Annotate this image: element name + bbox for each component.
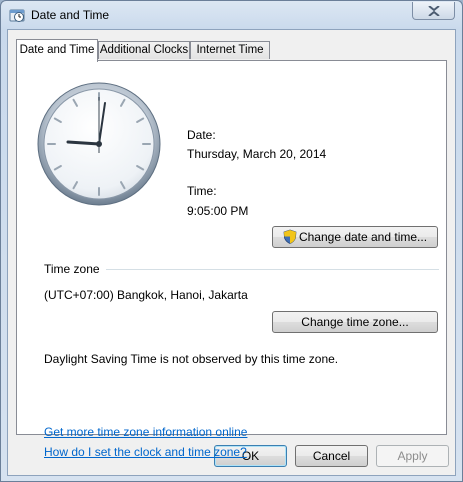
apply-button[interactable]: Apply — [376, 445, 449, 467]
date-time-dialog: Date and Time Date and Time Additional C… — [0, 0, 463, 482]
date-label: Date: — [187, 128, 216, 142]
cancel-button[interactable]: Cancel — [295, 445, 368, 467]
more-time-zone-info-link[interactable]: Get more time zone information online — [44, 425, 247, 439]
dst-note: Daylight Saving Time is not observed by … — [44, 352, 339, 366]
analog-clock — [37, 82, 161, 206]
hour-hand — [66, 140, 101, 146]
time-zone-section-label: Time zone — [44, 262, 106, 276]
time-zone-value: (UTC+07:00) Bangkok, Hanoi, Jakarta — [44, 288, 248, 302]
tab-internet-time[interactable]: Internet Time — [190, 41, 270, 59]
close-icon — [428, 6, 440, 16]
how-to-set-clock-link[interactable]: How do I set the clock and time zone? — [44, 445, 247, 459]
uac-shield-icon — [283, 229, 297, 244]
tab-panel-date-and-time: Date: Thursday, March 20, 2014 Time: 9:0… — [16, 60, 447, 459]
clock-window-icon — [9, 9, 25, 22]
tab-date-and-time[interactable]: Date and Time — [16, 39, 98, 62]
change-time-zone-button[interactable]: Change time zone... — [272, 311, 438, 333]
change-date-time-label: Change date and time... — [298, 230, 428, 244]
time-value: 9:05:00 PM — [187, 204, 249, 218]
close-button[interactable] — [412, 2, 455, 20]
title-bar[interactable]: Date and Time — [1, 1, 462, 29]
time-label: Time: — [187, 184, 217, 198]
dialog-body: Date and Time Additional Clocks Internet… — [7, 29, 456, 476]
tab-additional-clocks[interactable]: Additional Clocks — [98, 41, 190, 59]
window-title: Date and Time — [31, 8, 110, 22]
date-value: Thursday, March 20, 2014 — [187, 147, 327, 161]
change-date-time-button[interactable]: Change date and time... — [272, 226, 438, 248]
